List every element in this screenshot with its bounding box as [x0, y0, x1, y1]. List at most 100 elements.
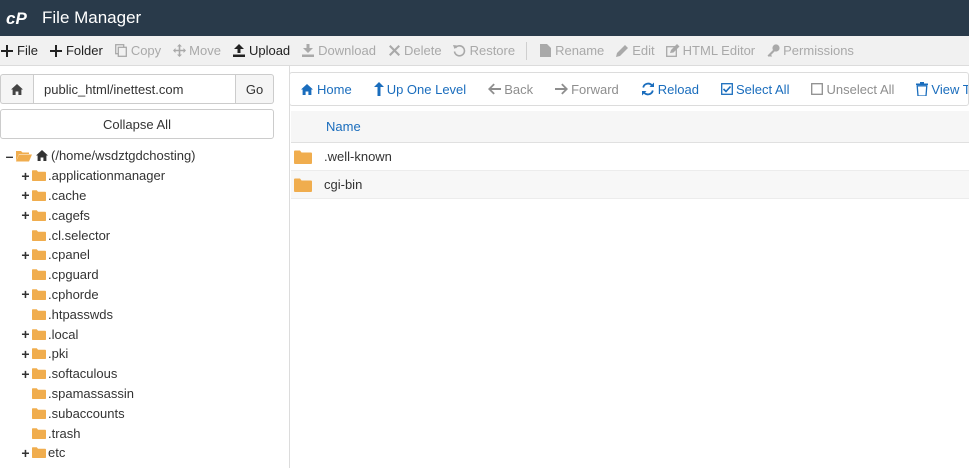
table-row[interactable]: cgi-bin — [291, 171, 969, 199]
tree-item[interactable]: + etc — [0, 443, 290, 463]
navigation-bar: Home Up One Level Back Forward Reload Select … — [289, 72, 969, 106]
copy-icon — [114, 44, 128, 58]
tree-root-label[interactable]: (/home/wsdztgdchosting) — [51, 148, 196, 163]
name-column-header[interactable]: Name — [326, 119, 361, 134]
expand-toggle-icon[interactable]: + — [20, 208, 31, 222]
file-name[interactable]: cgi-bin — [324, 177, 362, 192]
reload-nav-button[interactable]: Reload — [630, 73, 710, 105]
expand-toggle-icon[interactable]: + — [20, 347, 31, 361]
unselect-all-nav-button[interactable]: Unselect All — [800, 73, 905, 105]
folder-button[interactable]: Folder — [49, 36, 114, 65]
folder-icon — [32, 269, 46, 281]
path-input[interactable] — [33, 74, 236, 104]
home-path-button[interactable] — [0, 74, 33, 104]
tree-item[interactable]: + .cphorde — [0, 285, 290, 305]
download-button[interactable]: Download — [301, 36, 387, 65]
svg-text:cP: cP — [6, 9, 27, 27]
toolbar-label: Delete — [404, 43, 442, 58]
toolbar-label: Rename — [555, 43, 605, 58]
trash-icon — [916, 82, 929, 96]
app-title: File Manager — [42, 8, 142, 27]
forward-nav-button[interactable]: Forward — [544, 73, 630, 105]
restore-button[interactable]: Restore — [453, 36, 527, 65]
tree-item-label[interactable]: .spamassassin — [48, 386, 134, 401]
directory-tree: – (/home/wsdztgdchosting) + .applicationm… — [0, 146, 290, 463]
tree-item-label[interactable]: .cl.selector — [48, 228, 110, 243]
tree-item-label[interactable]: .cache — [48, 188, 86, 203]
expand-toggle-icon[interactable]: + — [20, 248, 31, 262]
tree-item[interactable]: .cpguard — [0, 265, 290, 285]
home-icon — [11, 83, 23, 95]
tree-item[interactable]: + .softaculous — [0, 364, 290, 384]
file-list-panel: Home Up One Level Back Forward Reload Select … — [289, 66, 969, 468]
collapse-toggle-icon[interactable]: – — [4, 149, 15, 163]
tree-item-label[interactable]: .pki — [48, 346, 68, 361]
back-nav-button[interactable]: Back — [477, 73, 544, 105]
folder-icon — [32, 427, 46, 439]
folder-icon — [32, 229, 46, 241]
home-nav-button[interactable]: Home — [290, 73, 363, 105]
home-icon — [35, 149, 49, 162]
toolbar-separator — [526, 41, 528, 60]
back-arrow-icon — [488, 83, 502, 95]
tree-item-label[interactable]: .cpguard — [48, 267, 99, 282]
permissions-button[interactable]: Permissions — [766, 36, 865, 65]
move-button[interactable]: Move — [172, 36, 232, 65]
tree-item[interactable]: + .applicationmanager — [0, 166, 290, 186]
tree-item-label[interactable]: .subaccounts — [48, 406, 125, 421]
tree-root[interactable]: – (/home/wsdztgdchosting) — [0, 146, 290, 166]
tree-item-label[interactable]: .cphorde — [48, 287, 99, 302]
table-row[interactable]: .well-known — [291, 143, 969, 171]
tree-item-label[interactable]: .cpanel — [48, 247, 90, 262]
cpanel-logo[interactable]: cP — [6, 8, 36, 28]
tree-item[interactable]: + .local — [0, 324, 290, 344]
folder-icon — [32, 249, 46, 261]
tree-item[interactable]: + .cpanel — [0, 245, 290, 265]
view-t-nav-button[interactable]: View T — [905, 73, 968, 105]
tree-item[interactable]: .subaccounts — [0, 403, 290, 423]
expand-toggle-icon[interactable]: + — [20, 169, 31, 183]
nav-label: Back — [504, 81, 534, 97]
tree-item[interactable]: + .cache — [0, 186, 290, 206]
upload-button[interactable]: Upload — [232, 36, 301, 65]
path-bar: Go — [0, 74, 274, 104]
file-name[interactable]: .well-known — [324, 149, 392, 164]
move-icon — [172, 44, 186, 58]
expand-toggle-icon[interactable]: + — [20, 327, 31, 341]
file-button[interactable]: File — [0, 36, 49, 65]
toolbar-label: Copy — [130, 43, 162, 58]
tree-item-label[interactable]: .htpasswds — [48, 307, 113, 322]
restore-icon — [453, 44, 467, 58]
tree-item[interactable]: .cl.selector — [0, 225, 290, 245]
main-toolbar: File Folder Copy Move Upload Download Delete Re… — [0, 36, 969, 66]
edit-button[interactable]: Edit — [615, 36, 665, 65]
copy-button[interactable]: Copy — [114, 36, 172, 65]
toolbar-label: Restore — [469, 43, 516, 58]
nav-label: Forward — [571, 81, 619, 97]
tree-item-label[interactable]: etc — [48, 445, 65, 460]
select-all-nav-button[interactable]: Select All — [710, 73, 800, 105]
tree-item-label[interactable]: .trash — [48, 426, 81, 441]
tree-item[interactable]: .htpasswds — [0, 304, 290, 324]
collapse-all-button[interactable]: Collapse All — [0, 109, 274, 139]
toolbar-label: Edit — [632, 43, 655, 58]
html-editor-button[interactable]: HTML Editor — [665, 36, 766, 65]
tree-item[interactable]: .spamassassin — [0, 384, 290, 404]
tree-item-label[interactable]: .applicationmanager — [48, 168, 165, 183]
tree-item-label[interactable]: .local — [48, 327, 78, 342]
tree-item[interactable]: .trash — [0, 423, 290, 443]
expand-toggle-icon[interactable]: + — [20, 188, 31, 202]
folder-icon — [32, 190, 46, 201]
expand-toggle-icon[interactable]: + — [20, 446, 31, 460]
rename-button[interactable]: Rename — [538, 36, 615, 65]
expand-toggle-icon[interactable]: + — [20, 287, 31, 301]
nav-label: Home — [317, 81, 352, 97]
go-button[interactable]: Go — [236, 74, 274, 104]
tree-item-label[interactable]: .cagefs — [48, 208, 90, 223]
expand-toggle-icon[interactable]: + — [20, 367, 31, 381]
tree-item-label[interactable]: .softaculous — [48, 366, 117, 381]
up-one-level-nav-button[interactable]: Up One Level — [363, 73, 478, 105]
tree-item[interactable]: + .cagefs — [0, 205, 290, 225]
delete-button[interactable]: Delete — [387, 36, 453, 65]
tree-item[interactable]: + .pki — [0, 344, 290, 364]
